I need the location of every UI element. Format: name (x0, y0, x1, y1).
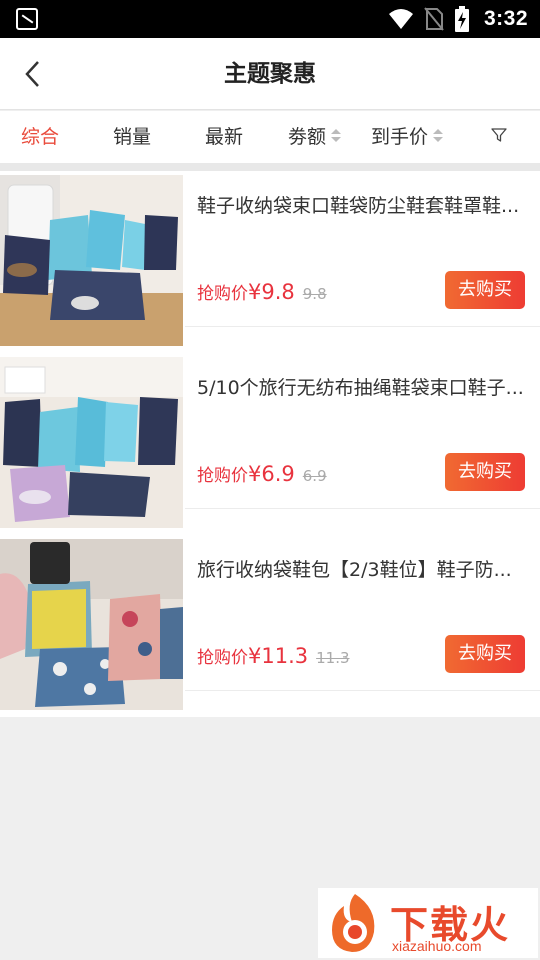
original-price: 9.8 (302, 285, 327, 303)
page-title: 主题聚惠 (224, 61, 316, 87)
price-row: 抢购价 ¥6.9 6.9 (197, 461, 327, 491)
section-divider (0, 163, 540, 171)
sale-price: ¥9.8 (248, 280, 295, 304)
product-title: 5/10个旅行无纺布抽绳鞋袋束口鞋子... (197, 377, 524, 399)
status-time: 3:32 (483, 7, 528, 30)
watermark-url: xiazaihuo.com (392, 938, 482, 954)
product-list: 鞋子收纳袋束口鞋袋防尘鞋套鞋罩鞋... 抢购价 ¥9.8 9.8 去购买 5/1… (0, 171, 540, 717)
wifi-icon (388, 9, 413, 29)
flame-logo-icon (332, 894, 375, 952)
sort-arrows-icon (331, 128, 342, 143)
sort-tab-final-price[interactable]: 到手价 (371, 111, 444, 163)
sort-tab-label: 劵额 (288, 126, 327, 148)
price-row: 抢购价 ¥11.3 11.3 (197, 643, 350, 673)
price-row: 抢购价 ¥9.8 9.8 (197, 279, 327, 309)
sort-arrows-icon (433, 128, 444, 143)
row-divider (185, 508, 540, 509)
row-divider (185, 326, 540, 327)
sort-tab-newest[interactable]: 最新 (205, 111, 243, 163)
app-notification-icon (16, 8, 38, 30)
status-icons: 3:32 (388, 0, 528, 38)
sale-price: ¥11.3 (248, 644, 309, 668)
battery-charging-icon (454, 6, 469, 32)
product-image (0, 175, 183, 346)
product-card[interactable]: 鞋子收纳袋束口鞋袋防尘鞋套鞋罩鞋... 抢购价 ¥9.8 9.8 去购买 (0, 171, 540, 353)
buy-button[interactable]: 去购买 (445, 271, 525, 309)
original-price: 6.9 (302, 467, 327, 485)
buy-button[interactable]: 去购买 (445, 635, 525, 673)
sort-tab-comprehensive[interactable]: 综合 (21, 111, 59, 163)
product-title: 鞋子收纳袋束口鞋袋防尘鞋套鞋罩鞋... (197, 195, 520, 217)
product-card[interactable]: 旅行收纳袋鞋包【2/3鞋位】鞋子防... 抢购价 ¥11.3 11.3 去购买 (0, 535, 540, 717)
no-sim-icon (424, 7, 444, 31)
sort-tab-label: 到手价 (371, 126, 429, 148)
original-price: 11.3 (316, 649, 350, 667)
price-label: 抢购价 (197, 284, 248, 304)
price-label: 抢购价 (197, 648, 248, 668)
row-divider (185, 690, 540, 691)
filter-button[interactable] (490, 126, 512, 148)
sort-filter-bar: 综合 销量 最新 劵额 到手价 (0, 111, 540, 163)
sort-tab-label: 销量 (113, 126, 152, 148)
sort-tab-label: 最新 (205, 126, 244, 148)
sort-tab-coupon-amount[interactable]: 劵额 (288, 111, 342, 163)
sale-price: ¥6.9 (248, 462, 295, 486)
product-image (0, 539, 183, 710)
product-image (0, 357, 183, 528)
price-label: 抢购价 (197, 466, 248, 486)
status-bar: 3:32 (0, 0, 540, 38)
sort-tab-sales[interactable]: 销量 (113, 111, 151, 163)
top-navigation-bar: 主题聚惠 (0, 38, 540, 110)
filter-funnel-icon (491, 128, 507, 142)
product-title: 旅行收纳袋鞋包【2/3鞋位】鞋子防... (197, 559, 512, 581)
product-card[interactable]: 5/10个旅行无纺布抽绳鞋袋束口鞋子... 抢购价 ¥6.9 6.9 去购买 (0, 353, 540, 535)
sort-tab-label: 综合 (21, 126, 60, 148)
buy-button[interactable]: 去购买 (445, 453, 525, 491)
watermark: 下载火 xiazaihuo.com (318, 888, 538, 958)
